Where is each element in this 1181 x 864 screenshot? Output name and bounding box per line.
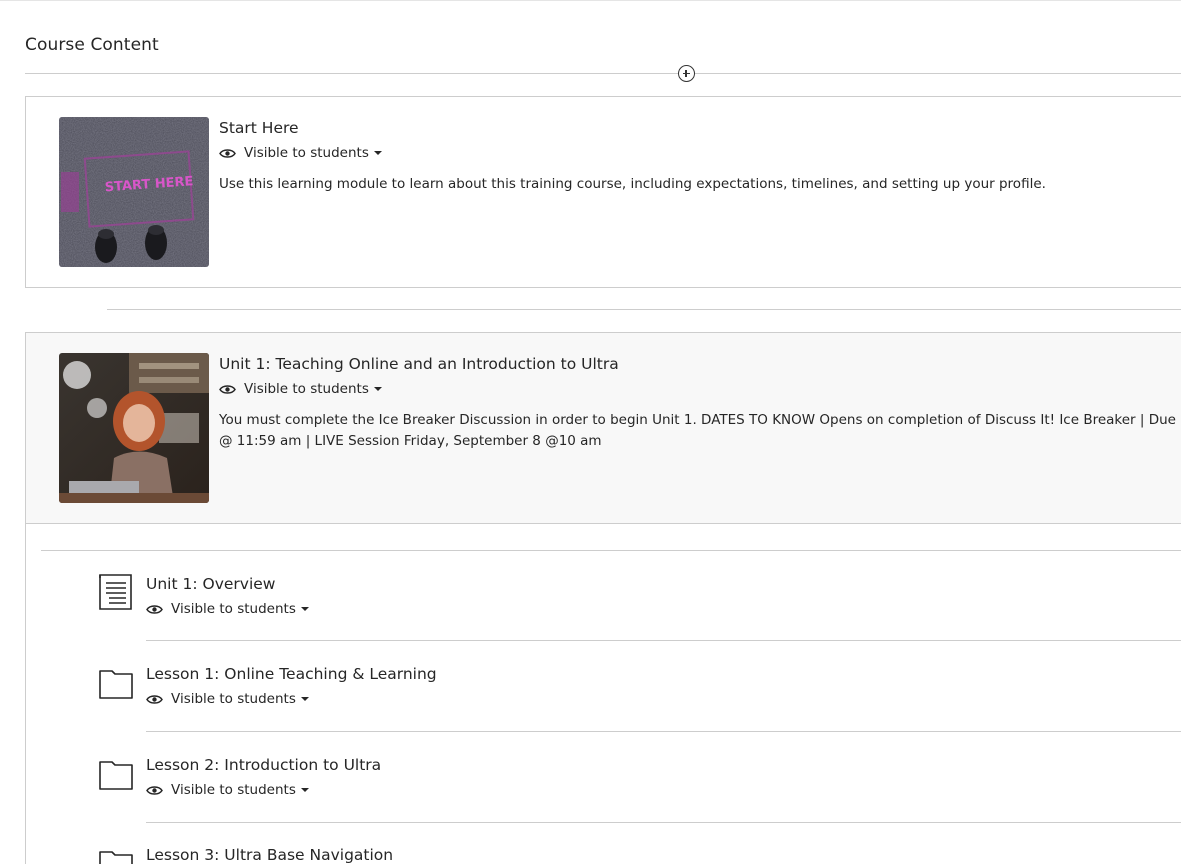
document-icon bbox=[99, 574, 132, 610]
child-item-lesson-3[interactable]: Lesson 3: Ultra Base Navigation bbox=[26, 822, 1181, 864]
folder-icon bbox=[99, 761, 133, 790]
visibility-label: Visible to students bbox=[244, 145, 369, 161]
folder-icon bbox=[99, 851, 133, 864]
folder-icon bbox=[99, 670, 133, 699]
visibility-label: Visible to students bbox=[171, 691, 296, 707]
visibility-dropdown[interactable]: Visible to students bbox=[146, 601, 309, 617]
visibility-dropdown[interactable]: Visible to students bbox=[146, 691, 309, 707]
visibility-label: Visible to students bbox=[171, 782, 296, 798]
chevron-down-icon bbox=[300, 697, 309, 701]
module-divider bbox=[107, 309, 1181, 310]
visibility-label: Visible to students bbox=[244, 381, 369, 397]
module-description-line-2: @ 11:59 am | LIVE Session Friday, Septem… bbox=[219, 433, 602, 449]
module-title[interactable]: Unit 1: Teaching Online and an Introduct… bbox=[219, 355, 619, 373]
module-title[interactable]: Start Here bbox=[219, 119, 299, 137]
module-unit-1[interactable]: Unit 1: Teaching Online and an Introduct… bbox=[25, 332, 1181, 864]
child-title[interactable]: Lesson 3: Ultra Base Navigation bbox=[146, 846, 393, 864]
eye-icon bbox=[219, 384, 236, 394]
visibility-dropdown[interactable]: Visible to students bbox=[219, 381, 382, 397]
child-title[interactable]: Lesson 1: Online Teaching & Learning bbox=[146, 665, 437, 683]
module-thumbnail-unit-1[interactable] bbox=[59, 353, 209, 503]
chevron-down-icon bbox=[300, 607, 309, 611]
child-item-lesson-2[interactable]: Lesson 2: Introduction to Ultra Visible … bbox=[26, 732, 1181, 823]
start-here-image: START HERE bbox=[59, 117, 209, 267]
child-item-unit-1-overview[interactable]: Unit 1: Overview Visible to students bbox=[26, 551, 1181, 641]
child-title[interactable]: Lesson 2: Introduction to Ultra bbox=[146, 756, 381, 774]
visibility-dropdown[interactable]: Visible to students bbox=[219, 145, 382, 161]
module-description: Use this learning module to learn about … bbox=[219, 176, 1046, 192]
eye-icon bbox=[146, 604, 163, 614]
chevron-down-icon bbox=[300, 788, 309, 792]
module-thumbnail-start-here[interactable]: START HERE bbox=[59, 117, 209, 267]
module-start-here[interactable]: START HERE Start Here Visible to student… bbox=[25, 96, 1181, 288]
child-title[interactable]: Unit 1: Overview bbox=[146, 575, 275, 593]
module-description-line-1: You must complete the Ice Breaker Discus… bbox=[219, 412, 1181, 428]
visibility-label: Visible to students bbox=[171, 601, 296, 617]
child-item-lesson-1[interactable]: Lesson 1: Online Teaching & Learning Vis… bbox=[26, 641, 1181, 732]
chevron-down-icon bbox=[373, 151, 382, 155]
teacher-laptop-image bbox=[59, 353, 209, 503]
add-content-button[interactable] bbox=[678, 65, 695, 82]
chevron-down-icon bbox=[373, 387, 382, 391]
page-title: Course Content bbox=[25, 35, 159, 55]
visibility-dropdown[interactable]: Visible to students bbox=[146, 782, 309, 798]
eye-icon bbox=[146, 785, 163, 795]
top-border bbox=[0, 0, 1181, 1]
add-content-divider bbox=[25, 73, 1181, 74]
eye-icon bbox=[146, 694, 163, 704]
module-header[interactable]: Unit 1: Teaching Online and an Introduct… bbox=[26, 333, 1181, 524]
eye-icon bbox=[219, 148, 236, 158]
